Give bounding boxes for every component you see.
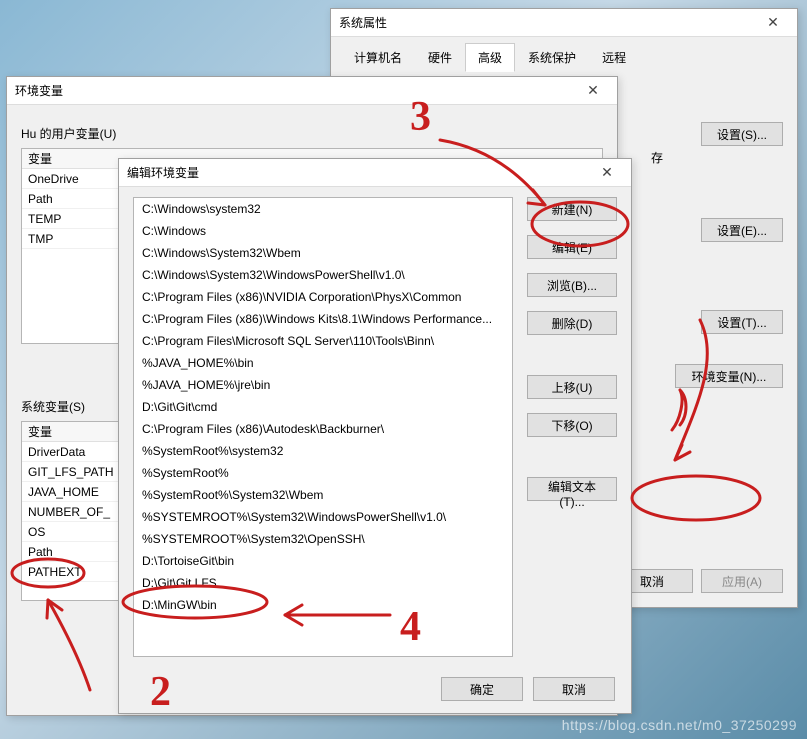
titlebar[interactable]: 环境变量 ✕ xyxy=(7,77,617,105)
path-item[interactable]: D:\MinGW\bin xyxy=(134,594,512,616)
edit-text-button[interactable]: 编辑文本(T)... xyxy=(527,477,617,501)
ok-button[interactable]: 确定 xyxy=(441,677,523,701)
tab-computer-name[interactable]: 计算机名 xyxy=(341,43,415,72)
tab-sysprotection[interactable]: 系统保护 xyxy=(515,43,589,72)
user-vars-label: Hu 的用户变量(U) xyxy=(21,125,603,142)
path-item[interactable]: %SystemRoot% xyxy=(134,462,512,484)
settings-e-button[interactable]: 设置(E)... xyxy=(701,218,783,242)
close-icon[interactable]: ✕ xyxy=(591,162,623,184)
env-vars-button[interactable]: 环境变量(N)... xyxy=(675,364,783,388)
path-item[interactable]: C:\Program Files (x86)\Windows Kits\8.1\… xyxy=(134,308,512,330)
delete-button[interactable]: 删除(D) xyxy=(527,311,617,335)
edit-button[interactable]: 编辑(E) xyxy=(527,235,617,259)
close-icon[interactable]: ✕ xyxy=(577,80,609,102)
editenv-body: C:\Windows\system32 C:\Windows C:\Window… xyxy=(119,187,631,667)
cancel-button[interactable]: 取消 xyxy=(533,677,615,701)
path-item[interactable]: D:\Git\Git\cmd xyxy=(134,396,512,418)
close-icon[interactable]: ✕ xyxy=(757,12,789,34)
path-item[interactable]: %SYSTEMROOT%\System32\WindowsPowerShell\… xyxy=(134,506,512,528)
tab-advanced[interactable]: 高级 xyxy=(465,43,515,72)
path-item[interactable]: C:\Windows\System32\Wbem xyxy=(134,242,512,264)
window-title: 环境变量 xyxy=(15,82,577,99)
path-item[interactable]: D:\Git\Git LFS xyxy=(134,572,512,594)
titlebar[interactable]: 编辑环境变量 ✕ xyxy=(119,159,631,187)
path-item[interactable]: %SystemRoot%\System32\Wbem xyxy=(134,484,512,506)
path-item[interactable]: C:\Program Files (x86)\NVIDIA Corporatio… xyxy=(134,286,512,308)
window-title: 系统属性 xyxy=(339,14,757,31)
clipped-label: 存 xyxy=(651,149,663,166)
window-title: 编辑环境变量 xyxy=(127,164,591,181)
edit-env-var-window: 编辑环境变量 ✕ C:\Windows\system32 C:\Windows … xyxy=(118,158,632,714)
tab-hardware[interactable]: 硬件 xyxy=(415,43,465,72)
move-up-button[interactable]: 上移(U) xyxy=(527,375,617,399)
settings-s-button[interactable]: 设置(S)... xyxy=(701,122,783,146)
path-item[interactable]: %SYSTEMROOT%\System32\OpenSSH\ xyxy=(134,528,512,550)
titlebar[interactable]: 系统属性 ✕ xyxy=(331,9,797,37)
path-item[interactable]: C:\Program Files (x86)\Autodesk\Backburn… xyxy=(134,418,512,440)
new-button[interactable]: 新建(N) xyxy=(527,197,617,221)
tab-remote[interactable]: 远程 xyxy=(589,43,639,72)
path-item[interactable]: D:\TortoiseGit\bin xyxy=(134,550,512,572)
path-item[interactable]: C:\Windows\System32\WindowsPowerShell\v1… xyxy=(134,264,512,286)
side-buttons: 新建(N) 编辑(E) 浏览(B)... 删除(D) 上移(U) 下移(O) 编… xyxy=(527,197,617,657)
move-down-button[interactable]: 下移(O) xyxy=(527,413,617,437)
tabs-row: 计算机名 硬件 高级 系统保护 远程 xyxy=(331,37,797,72)
path-item[interactable]: C:\Windows\system32 xyxy=(134,198,512,220)
watermark: https://blog.csdn.net/m0_37250299 xyxy=(562,717,797,733)
path-item[interactable]: %JAVA_HOME%\bin xyxy=(134,352,512,374)
path-item[interactable]: %SystemRoot%\system32 xyxy=(134,440,512,462)
browse-button[interactable]: 浏览(B)... xyxy=(527,273,617,297)
editenv-footer: 确定 取消 xyxy=(441,677,615,701)
apply-button: 应用(A) xyxy=(701,569,783,593)
path-item[interactable]: C:\Program Files\Microsoft SQL Server\11… xyxy=(134,330,512,352)
settings-t-button[interactable]: 设置(T)... xyxy=(701,310,783,334)
path-list[interactable]: C:\Windows\system32 C:\Windows C:\Window… xyxy=(133,197,513,657)
path-item[interactable]: %JAVA_HOME%\jre\bin xyxy=(134,374,512,396)
path-item[interactable]: C:\Windows xyxy=(134,220,512,242)
